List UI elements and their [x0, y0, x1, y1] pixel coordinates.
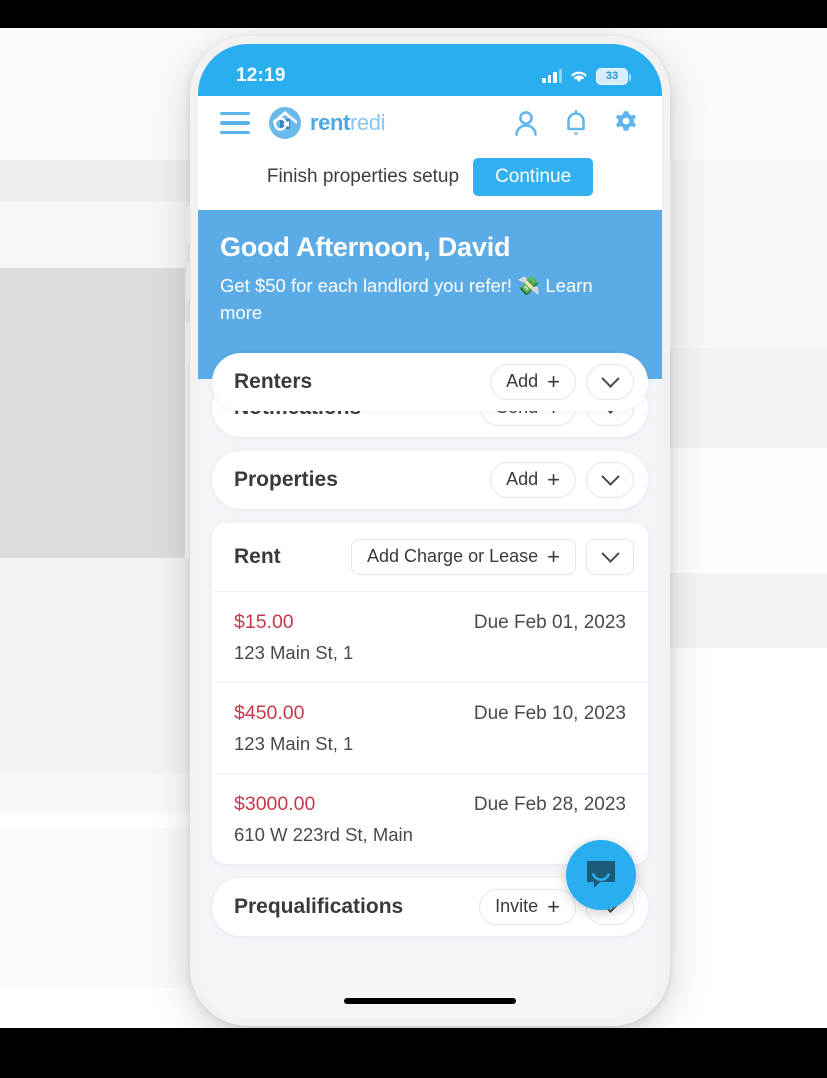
rent-amount: $3000.00 — [234, 792, 316, 815]
section-actions: Add + — [490, 461, 634, 498]
backdrop-panel — [672, 160, 827, 350]
rent-due-date: Due Feb 28, 2023 — [473, 793, 626, 815]
rent-due-date: Due Feb 10, 2023 — [473, 702, 626, 724]
home-indicator — [344, 998, 516, 1004]
phone-device-frame: 12:19 33 rentredi Finish properties setu… — [187, 36, 670, 1026]
backdrop-panel — [650, 28, 827, 160]
expand-renters-button[interactable] — [586, 363, 634, 400]
rent-row[interactable]: $15.00 Due Feb 01, 2023 123 Main St, 1 — [212, 592, 648, 683]
logo-text-bold: rent — [310, 110, 350, 135]
rent-title: Rent — [234, 544, 281, 568]
add-charge-or-lease-button[interactable]: Add Charge or Lease + — [351, 538, 576, 575]
chevron-down-icon — [600, 369, 620, 388]
rent-row-top: $15.00 Due Feb 01, 2023 — [234, 611, 626, 634]
backdrop-panel — [0, 268, 185, 558]
backdrop-panel — [672, 448, 827, 568]
invite-prequalification-button[interactable]: Invite + — [479, 888, 576, 925]
letterbox-top — [0, 0, 827, 28]
section-card-properties[interactable]: Properties Add + — [212, 450, 648, 509]
rent-card-header: Rent Add Charge or Lease + — [212, 523, 648, 592]
section-actions: Add + — [490, 363, 634, 400]
plus-icon: + — [547, 543, 560, 569]
setup-banner: Finish properties setup Continue — [198, 150, 662, 210]
rent-due-date: Due Feb 01, 2023 — [473, 611, 626, 633]
battery-level-label: 33 — [605, 69, 619, 82]
section-card-renters[interactable]: Renters Add + — [212, 352, 648, 411]
bell-icon[interactable] — [562, 108, 590, 138]
action-label: Invite — [495, 896, 539, 917]
status-bar: 12:19 33 — [198, 44, 662, 96]
rentredi-logo-text: rentredi — [310, 110, 385, 136]
add-renter-button[interactable]: Add + — [490, 363, 576, 400]
rent-row[interactable]: $450.00 Due Feb 10, 2023 123 Main St, 1 — [212, 683, 648, 774]
rent-amount: $15.00 — [234, 610, 294, 633]
expand-rent-button[interactable] — [586, 538, 634, 575]
action-label: Add — [506, 371, 539, 392]
rent-actions: Add Charge or Lease + — [351, 538, 634, 575]
header-icon-group — [512, 108, 640, 138]
add-property-button[interactable]: Add + — [490, 461, 576, 498]
referral-text[interactable]: Get $50 for each landlord you refer! 💸 L… — [220, 273, 632, 327]
rent-card: Rent Add Charge or Lease + $15.00 Due Fe… — [212, 522, 648, 864]
backdrop-panel — [670, 573, 827, 648]
chevron-down-icon — [600, 467, 620, 486]
plus-icon: + — [547, 466, 560, 492]
scene: 12:19 33 rentredi Finish properties setu… — [0, 0, 827, 1078]
rent-address: 610 W 223rd St, Main — [234, 823, 413, 845]
backdrop-panel — [0, 828, 190, 988]
gear-icon[interactable] — [612, 108, 640, 138]
setup-banner-message: Finish properties setup — [266, 166, 460, 187]
action-label: Add Charge or Lease — [367, 546, 539, 567]
rentredi-logo[interactable]: rentredi — [268, 106, 385, 140]
phone-screen: 12:19 33 rentredi Finish properties setu… — [198, 44, 662, 1018]
hamburger-menu-icon[interactable] — [220, 111, 250, 135]
chevron-down-icon — [600, 544, 620, 563]
status-bar-time: 12:19 — [236, 65, 286, 86]
continue-button[interactable]: Continue — [473, 158, 594, 196]
rent-amount: $450.00 — [234, 701, 305, 724]
cellular-signal-icon — [542, 69, 562, 83]
wifi-icon — [569, 69, 589, 84]
expand-properties-button[interactable] — [586, 461, 634, 498]
person-icon[interactable] — [512, 108, 540, 138]
rent-row-top: $3000.00 Due Feb 28, 2023 — [234, 793, 626, 816]
section-title: Prequalifications — [234, 894, 404, 918]
section-title: Renters — [234, 369, 313, 393]
letterbox-bottom — [0, 1028, 827, 1078]
plus-icon: + — [547, 893, 560, 919]
intercom-chat-launcher[interactable] — [566, 840, 636, 910]
hero-spacer — [220, 327, 640, 353]
app-header: rentredi — [198, 96, 662, 150]
battery-icon: 33 — [596, 67, 631, 85]
logo-text-light: redi — [349, 110, 386, 135]
rent-address: 123 Main St, 1 — [234, 641, 354, 663]
rent-row-top: $450.00 Due Feb 10, 2023 — [234, 702, 626, 725]
backdrop-panel — [670, 348, 827, 448]
plus-icon: + — [547, 368, 560, 394]
action-label: Add — [506, 469, 539, 490]
rent-address: 123 Main St, 1 — [234, 732, 354, 754]
rentredi-logo-mark-icon — [268, 106, 302, 140]
chat-bubble-icon — [587, 861, 615, 888]
hero-section: Good Afternoon, David Get $50 for each l… — [198, 210, 662, 353]
status-bar-indicators: 33 — [542, 67, 631, 85]
section-title: Properties — [234, 467, 338, 491]
greeting-title: Good Afternoon, David — [220, 232, 511, 262]
